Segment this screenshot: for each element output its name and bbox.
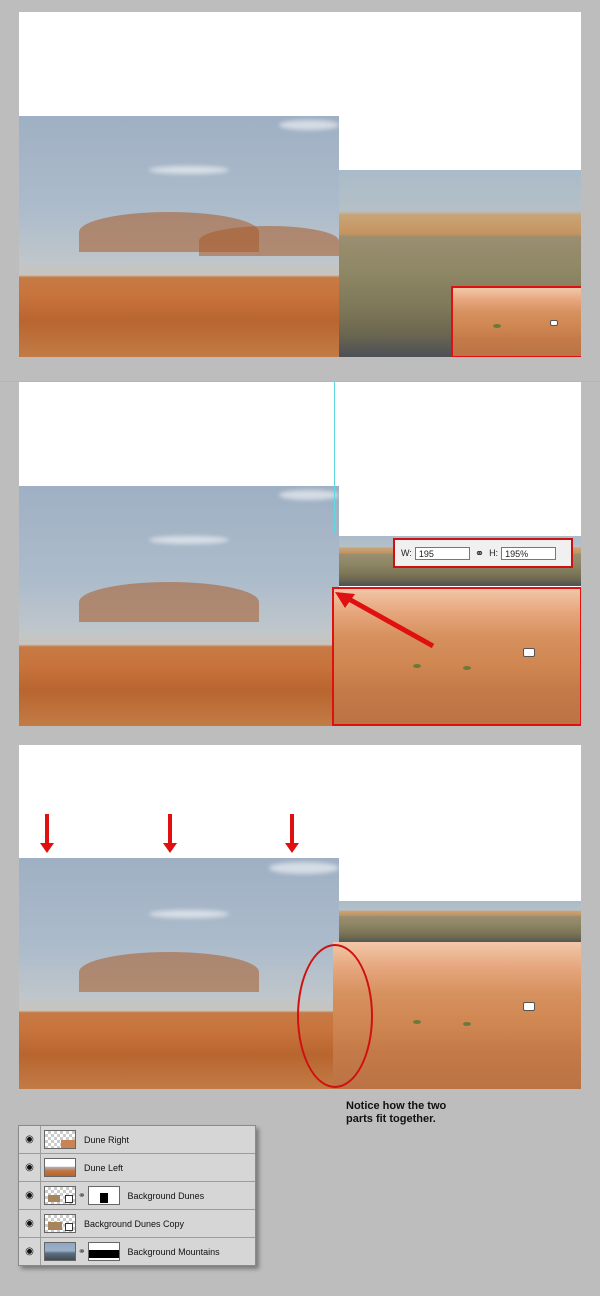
eye-icon[interactable]: ◉ <box>19 1210 41 1237</box>
layer-name[interactable]: Background Dunes Copy <box>84 1219 184 1229</box>
layer-thumbnail <box>44 1130 76 1149</box>
eye-icon[interactable]: ◉ <box>19 1182 41 1209</box>
photo-dunes-left <box>19 116 339 357</box>
guide-vertical <box>334 382 335 534</box>
layer-mask-thumbnail <box>87 1242 120 1261</box>
layer-row-background-dunes[interactable]: ◉ ⚭ Background Dunes <box>19 1182 255 1210</box>
photo-dunes-left <box>19 858 339 1089</box>
height-label: H: <box>489 548 499 558</box>
jeep <box>523 1002 535 1011</box>
eye-icon[interactable]: ◉ <box>19 1154 41 1181</box>
layer-row-dune-right[interactable]: ◉ Dune Right <box>19 1126 255 1154</box>
transform-size-bar: W: 195 ⚭ H: 195% <box>393 538 573 568</box>
eye-icon[interactable]: ◉ <box>19 1238 41 1265</box>
selection-highlight-small <box>451 286 581 357</box>
layer-thumbnail <box>44 1242 76 1261</box>
caption-note: Notice how the two parts fit together. <box>346 1100 446 1126</box>
smart-object-icon <box>44 1214 76 1233</box>
layer-mask-thumbnail <box>87 1186 120 1205</box>
layer-name[interactable]: Dune Left <box>84 1163 123 1173</box>
diagonal-arrow-icon <box>335 592 435 649</box>
photo-town-landscape <box>339 901 581 943</box>
seam-highlight-ellipse <box>297 944 373 1088</box>
eye-icon[interactable]: ◉ <box>19 1126 41 1153</box>
layer-name[interactable]: Background Dunes <box>128 1191 205 1201</box>
layer-name[interactable]: Dune Right <box>84 1135 129 1145</box>
width-field[interactable]: 195 <box>414 546 470 560</box>
layers-panel: ◉ Dune Right ◉ Dune Left ◉ ⚭ Background … <box>18 1125 256 1266</box>
layer-thumbnail <box>44 1158 76 1177</box>
layer-row-dune-left[interactable]: ◉ Dune Left <box>19 1154 255 1182</box>
down-arrow-icon <box>285 814 299 853</box>
chain-link-icon[interactable]: ⚭ <box>78 1246 86 1257</box>
down-arrow-icon <box>163 814 177 853</box>
down-arrow-icon <box>40 814 54 853</box>
height-field[interactable]: 195% <box>501 546 557 560</box>
layer-name[interactable]: Background Mountains <box>128 1247 220 1257</box>
width-label: W: <box>401 548 412 558</box>
layer-row-background-dunes-copy[interactable]: ◉ Background Dunes Copy <box>19 1210 255 1238</box>
chain-link-icon[interactable]: ⚭ <box>475 547 484 560</box>
chain-link-icon[interactable]: ⚭ <box>78 1190 86 1201</box>
smart-object-icon <box>44 1186 76 1205</box>
caption-line-2: parts fit together. <box>346 1113 436 1125</box>
caption-line-1: Notice how the two <box>346 1100 447 1112</box>
layer-row-background-mountains[interactable]: ◉ ⚭ Background Mountains <box>19 1238 255 1265</box>
photo-dunes-left <box>19 486 339 726</box>
canvas-step-1 <box>19 12 581 357</box>
